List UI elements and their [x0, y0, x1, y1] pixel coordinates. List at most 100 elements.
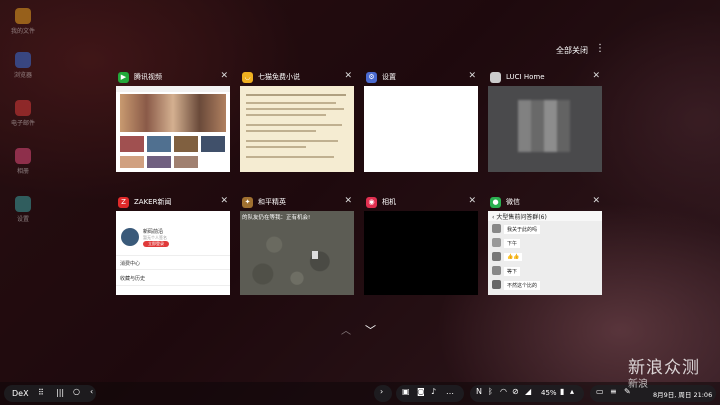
avatar	[492, 280, 501, 289]
list-icon[interactable]: ≡	[610, 387, 617, 396]
desktop-icon-gallery[interactable]: 相册	[6, 148, 40, 175]
recent-card-qimao-novel[interactable]: ◡ 七猫免费小说 ✕	[240, 68, 354, 172]
date-time[interactable]: 8月9日, 周日 21:06	[653, 389, 712, 399]
recent-card-settings[interactable]: ⚙ 设置 ✕	[364, 68, 478, 172]
watermark-sub: 新浪	[628, 379, 648, 390]
close-icon[interactable]: ✕	[344, 196, 352, 206]
desktop-icon-browser[interactable]: 浏览器	[6, 52, 40, 79]
bluetooth-icon: ᛒ	[488, 387, 493, 396]
tencent-video-icon: ▶	[118, 71, 129, 83]
recent-card-peace-elite[interactable]: ✦ 和平精英 ✕ 的队友仍在等我：正有机会!	[240, 193, 354, 295]
chevron-right-icon[interactable]: ›	[380, 387, 383, 396]
recents-overlay	[0, 0, 720, 405]
wifi-icon: ◠	[500, 387, 507, 396]
close-icon[interactable]: ✕	[592, 196, 600, 206]
apps-grid-icon[interactable]: ⠿	[38, 388, 44, 397]
app-thumbnail	[364, 211, 478, 295]
profile-name: 新码前沿	[143, 229, 164, 235]
desktop-icon-label: 设置	[16, 216, 29, 223]
card-title: 七猫免费小说	[258, 73, 300, 81]
menu-item: 消费中心	[120, 261, 141, 267]
app-thumbnail: 新码前沿 暂无个人签名 立即登录 消费中心 收藏与历史	[116, 211, 230, 295]
app-thumbnail	[488, 86, 602, 172]
app-thumbnail: ‹ 大型售前问答群(6) 我关于此的吗 下午 👍👍 等下 不然这个比的	[488, 211, 602, 295]
chat-message: 下午	[504, 239, 521, 248]
avatar	[492, 238, 501, 247]
desktop-icon-settings[interactable]: 设置	[6, 196, 40, 223]
menu-item: 收藏与历史	[120, 276, 146, 282]
avatar	[492, 224, 501, 233]
chat-header: ‹ 大型售前问答群(6)	[492, 214, 547, 221]
close-icon[interactable]: ✕	[220, 71, 228, 81]
app-thumbnail	[116, 86, 230, 172]
card-title: ZAKER新闻	[134, 198, 172, 206]
desktop-icon-label: 相册	[16, 168, 29, 175]
avatar	[492, 266, 501, 275]
folder-icon	[15, 8, 31, 24]
app-thumbnail	[364, 86, 478, 172]
gear-icon: ⚙	[366, 71, 377, 83]
camera-small-icon[interactable]: ◙	[417, 387, 425, 396]
app-thumbnail	[240, 86, 354, 172]
card-title: 相机	[382, 198, 396, 206]
desktop-icon-email[interactable]: 电子邮件	[6, 100, 40, 127]
chat-message: 我关于此的吗	[504, 225, 541, 234]
luci-home-icon	[490, 71, 501, 83]
game-banner: 的队友仍在等我：正有机会!	[242, 215, 311, 221]
home-icon[interactable]: ○	[73, 387, 80, 396]
back-icon[interactable]: ‹	[90, 387, 93, 396]
close-all-button[interactable]: 全部关闭	[556, 45, 588, 56]
card-title: 微信	[506, 198, 520, 206]
recent-card-zaker-news[interactable]: Z ZAKER新闻 ✕ 新码前沿 暂无个人签名 立即登录 消费中心 收藏与历史	[116, 193, 230, 295]
battery-icon: ▮	[560, 387, 565, 396]
qimao-novel-icon: ◡	[242, 71, 253, 83]
close-icon[interactable]: ✕	[220, 196, 228, 206]
desktop-icon-label: 我的文件	[10, 28, 35, 35]
card-title: 和平精英	[258, 198, 286, 206]
notification-bell-icon[interactable]: ♪	[431, 387, 436, 396]
card-title: 腾讯视频	[134, 73, 162, 81]
chat-title: 大型售前问答群(6)	[496, 214, 547, 221]
screen-icon[interactable]: ▣	[402, 387, 410, 396]
more-dots-icon[interactable]: …	[446, 387, 454, 396]
avatar	[492, 252, 501, 261]
close-icon[interactable]: ✕	[592, 71, 600, 81]
desktop-icon-label: 电子邮件	[10, 120, 35, 127]
card-title: LUCI Home	[506, 73, 545, 81]
chevron-down-icon[interactable]: ﹀	[365, 322, 376, 338]
recent-card-tencent-video[interactable]: ▶ 腾讯视频 ✕	[116, 68, 230, 172]
mute-icon: ⊘	[512, 387, 519, 396]
browser-icon	[15, 52, 31, 68]
recent-card-luci-home[interactable]: LUCI Home ✕	[488, 68, 602, 172]
recents-icon[interactable]: |||	[56, 388, 64, 397]
email-icon	[15, 100, 31, 116]
more-options-icon[interactable]: ⋮	[595, 43, 605, 54]
chat-message: 👍👍	[504, 253, 523, 261]
close-icon[interactable]: ✕	[344, 71, 352, 81]
settings-icon	[15, 196, 31, 212]
nfc-icon: N	[476, 387, 482, 396]
dex-label[interactable]: DeX	[12, 389, 29, 398]
recent-card-wechat[interactable]: ● 微信 ✕ ‹ 大型售前问答群(6) 我关于此的吗 下午 👍👍 等下 不然这个…	[488, 193, 602, 295]
chat-message: 不然这个比的	[504, 281, 541, 290]
avatar	[121, 228, 139, 246]
chat-message: 等下	[504, 267, 521, 276]
peace-elite-icon: ✦	[242, 196, 253, 208]
card-title: 设置	[382, 73, 396, 81]
chevron-up-small-icon[interactable]: ▴	[570, 387, 574, 396]
recent-card-camera[interactable]: ◉ 相机 ✕	[364, 193, 478, 295]
gallery-icon	[15, 148, 31, 164]
app-thumbnail: 的队友仍在等我：正有机会!	[240, 211, 354, 295]
close-icon[interactable]: ✕	[468, 196, 476, 206]
zaker-news-icon: Z	[118, 196, 129, 208]
signal-icon: ◢	[525, 387, 532, 396]
battery-percent: 45%	[541, 389, 557, 397]
chevron-up-icon[interactable]: ︿	[341, 322, 351, 337]
login-button: 立即登录	[143, 241, 169, 247]
camera-icon: ◉	[366, 196, 377, 208]
desktop-icon-my-files[interactable]: 我的文件	[6, 8, 40, 35]
desktop-icon-label: 浏览器	[13, 72, 32, 79]
keyboard-icon[interactable]: ▭	[596, 387, 604, 396]
wechat-icon: ●	[490, 196, 501, 208]
close-icon[interactable]: ✕	[468, 71, 476, 81]
